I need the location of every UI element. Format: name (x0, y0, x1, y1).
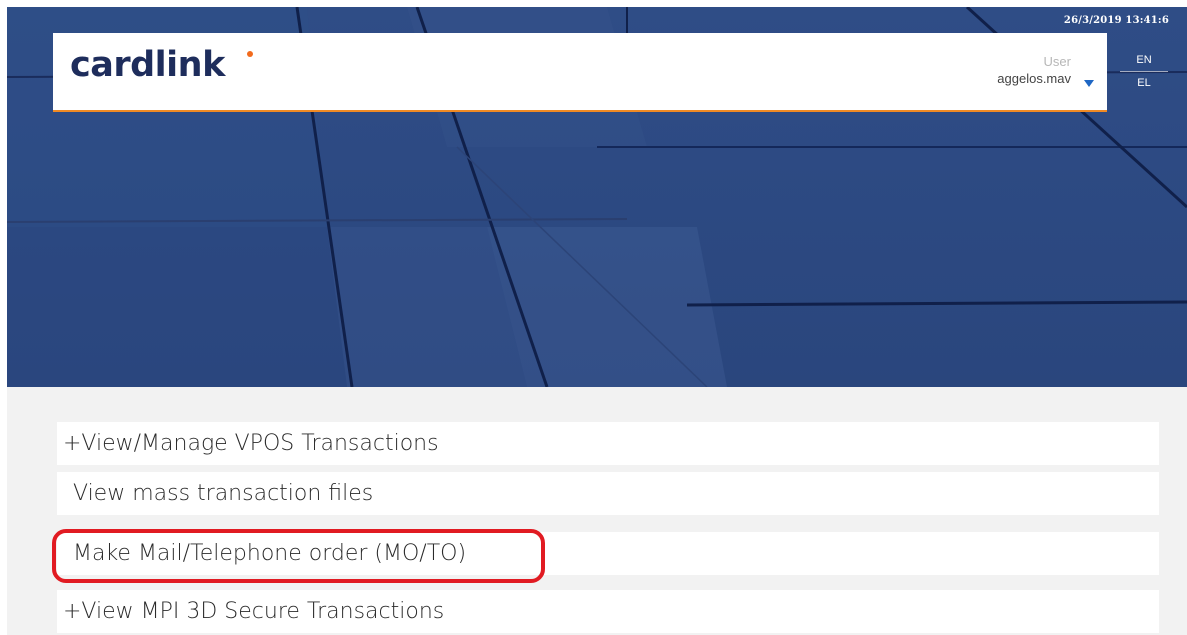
caret-down-icon[interactable] (1084, 80, 1094, 87)
menu-item-label: +View/Manage VPOS Transactions (63, 431, 439, 456)
menu-item-label: View mass transaction files (73, 481, 374, 506)
language-divider (1120, 71, 1168, 72)
language-en[interactable]: EN (1120, 50, 1168, 70)
main-menu-area: +View/Manage VPOS Transactions View mass… (7, 387, 1187, 635)
user-info: User aggelos.mav (997, 54, 1071, 87)
timestamp: 26/3/2019 13:41:6 (1063, 15, 1169, 26)
menu-item-make-moto-order[interactable]: Make Mail/Telephone order (MO/TO) (57, 532, 1159, 575)
cardlink-logo[interactable]: cardlink (70, 45, 225, 85)
user-label: User (1043, 54, 1071, 69)
menu-item-view-mass-files[interactable]: View mass transaction files (57, 472, 1159, 515)
menu-item-view-mpi-3d-secure[interactable]: +View MPI 3D Secure Transactions (57, 590, 1159, 633)
menu-item-label: Make Mail/Telephone order (MO/TO) (73, 541, 467, 566)
header-card: cardlink User aggelos.mav (53, 33, 1107, 112)
logo-dot (247, 51, 253, 57)
menu-item-view-manage-vpos[interactable]: +View/Manage VPOS Transactions (57, 422, 1159, 465)
menu-item-label: +View MPI 3D Secure Transactions (63, 599, 445, 624)
page: 26/3/2019 13:41:6 cardlink User aggelos.… (0, 0, 1187, 635)
language-el[interactable]: EL (1120, 73, 1168, 93)
language-switcher: EN EL (1120, 50, 1168, 93)
user-name[interactable]: aggelos.mav (997, 70, 1071, 87)
